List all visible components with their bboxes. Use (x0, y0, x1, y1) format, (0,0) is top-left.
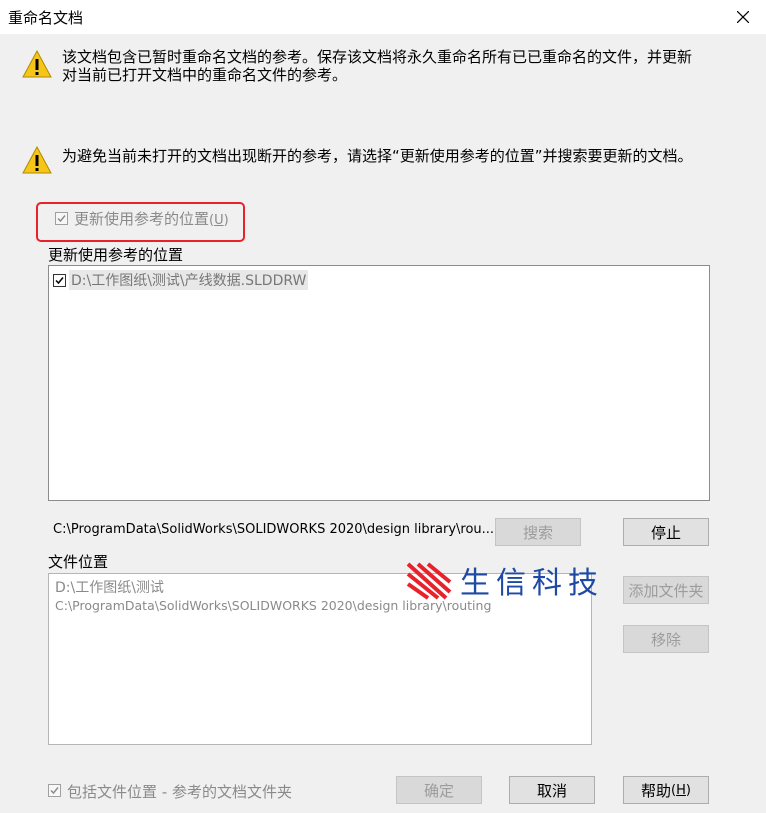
remove-button[interactable]: 移除 (623, 625, 709, 653)
close-icon (737, 11, 749, 23)
check-icon (57, 215, 66, 223)
help-button[interactable]: 帮助 (H) (623, 776, 709, 804)
check-icon (50, 787, 59, 795)
references-header: 更新使用参考的位置 (48, 246, 184, 264)
reference-item-checkbox[interactable] (53, 274, 66, 287)
rename-message: 该文档包含已暂时重命名文档的参考。保存该文档将永久重命名所有已已重命名的文件，并… (62, 48, 692, 84)
window-title: 重命名文档 (8, 9, 84, 27)
warning-icon (22, 50, 52, 78)
cancel-button[interactable]: 取消 (509, 776, 595, 804)
close-button[interactable] (720, 0, 766, 34)
file-locations-header: 文件位置 (48, 553, 109, 571)
rename-message-line2: 对当前已打开文档中的重命名文件的参考。 (62, 66, 348, 84)
references-list[interactable]: D:\工作图纸\测试\产线数据.SLDDRW (48, 265, 710, 501)
watermark-text: 生信科技 (460, 566, 604, 601)
search-status-path: C:\ProgramData\SolidWorks\SOLIDWORKS 202… (53, 522, 495, 537)
include-locations-checkbox[interactable] (48, 784, 61, 797)
rename-message-line1: 该文档包含已暂时重命名文档的参考。保存该文档将永久重命名所有已已重命名的文件，并… (62, 48, 693, 66)
stop-button[interactable]: 停止 (623, 518, 709, 546)
update-references-label: 更新使用参考的位置(U) (74, 210, 229, 228)
file-location-item[interactable]: D:\工作图纸\测试 (55, 577, 164, 597)
ok-button[interactable]: 确定 (396, 776, 482, 804)
update-references-checkbox[interactable] (55, 212, 68, 225)
search-button[interactable]: 搜索 (495, 518, 581, 546)
warning-icon (22, 146, 52, 174)
reference-item[interactable]: D:\工作图纸\测试\产线数据.SLDDRW (69, 270, 309, 290)
add-folder-button[interactable]: 添加文件夹 (623, 576, 709, 604)
check-icon (55, 277, 64, 285)
watermark: 生信科技 (406, 558, 604, 602)
broken-reference-message: 为避免当前未打开的文档出现断开的参考，请选择“更新使用参考的位置”并搜索要更新的… (62, 147, 693, 165)
title-bar: 重命名文档 (0, 0, 766, 34)
watermark-logo-icon (406, 562, 452, 600)
include-locations-label: 包括文件位置 - 参考的文档文件夹 (67, 783, 292, 801)
